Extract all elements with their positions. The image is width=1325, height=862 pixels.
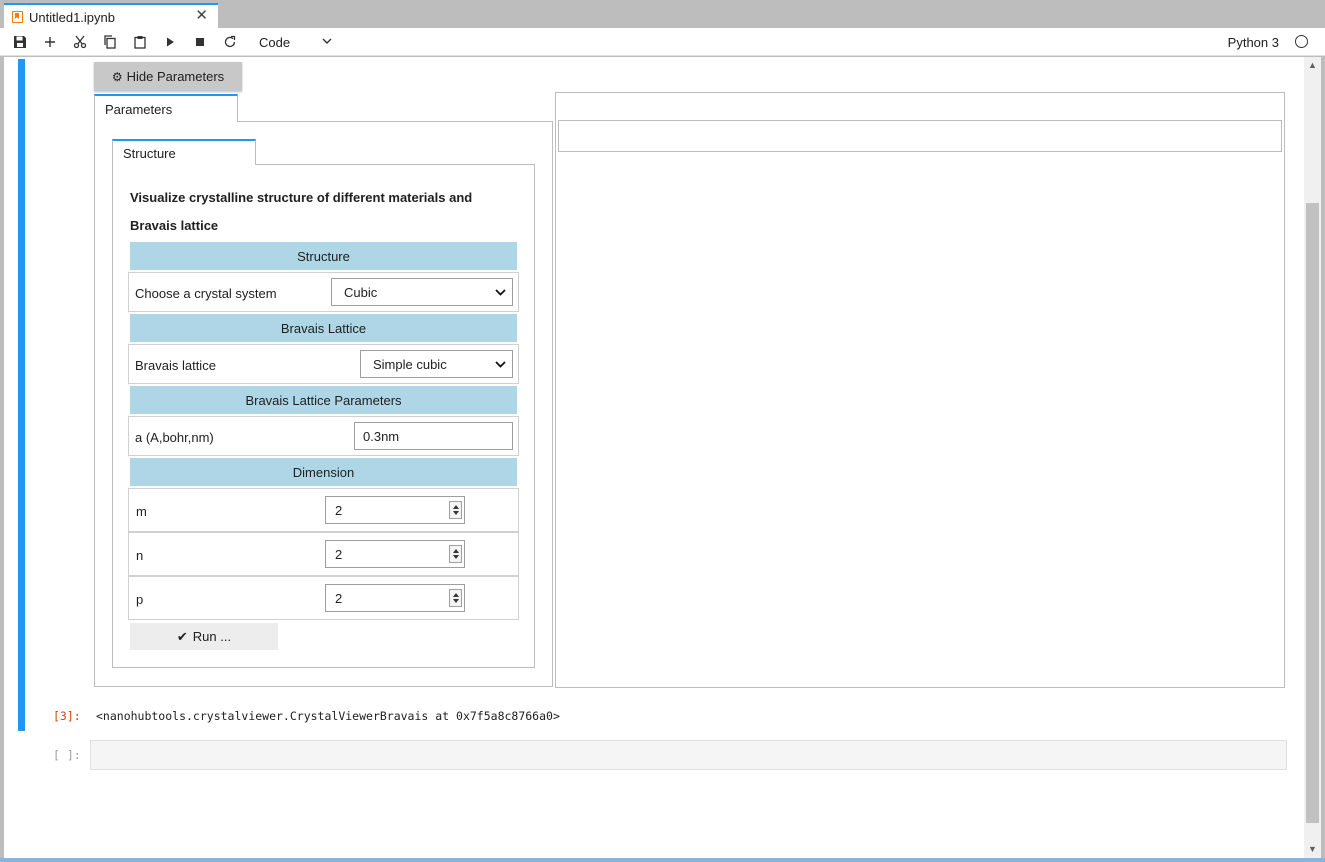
kernel-status-icon [1295, 35, 1308, 48]
tool-description: Visualize crystalline structure of diffe… [130, 184, 510, 240]
hide-parameters-button[interactable]: ⚙ Hide Parameters [94, 62, 242, 91]
bravais-lattice-value: Simple cubic [373, 357, 447, 372]
input-prompt: [ ]: [53, 748, 81, 762]
spinner-arrows-icon[interactable] [449, 501, 462, 519]
spinner-arrows-icon[interactable] [449, 589, 462, 607]
notebook-area: ⚙ Hide Parameters Parameters Structure V… [4, 57, 1321, 858]
copy-icon[interactable] [99, 32, 121, 52]
spinner-arrows-icon[interactable] [449, 545, 462, 563]
tab-notebook[interactable]: Untitled1.ipynb ✕ [4, 3, 218, 29]
dimension-m-label: m [136, 504, 147, 519]
restart-icon[interactable] [219, 32, 241, 52]
description-line: Visualize crystalline structure of diffe… [130, 190, 473, 205]
cut-icon[interactable] [69, 32, 91, 52]
cell-type-select[interactable]: Code [253, 32, 337, 52]
dimension-m-input[interactable]: 2 [325, 496, 465, 524]
dimension-n-input[interactable]: 2 [325, 540, 465, 568]
tab-parameters[interactable]: Parameters [94, 94, 238, 122]
chevron-down-icon [495, 361, 506, 368]
lattice-a-input[interactable]: 0.3nm [354, 422, 513, 450]
chevron-down-icon [322, 38, 332, 44]
chevron-down-icon [495, 289, 506, 296]
vertical-scrollbar[interactable]: ▲ ▼ [1304, 57, 1321, 858]
run-icon[interactable] [159, 32, 181, 52]
lattice-a-row: a (A,bohr,nm) 0.3nm [128, 416, 519, 456]
active-cell-marker[interactable] [18, 59, 25, 731]
tab-structure[interactable]: Structure [112, 139, 256, 165]
scroll-up-icon[interactable]: ▲ [1308, 60, 1317, 70]
description-line: Bravais lattice [130, 218, 219, 233]
bravais-lattice-select[interactable]: Simple cubic [360, 350, 513, 378]
tab-bar: Untitled1.ipynb ✕ [0, 0, 1325, 29]
bravais-lattice-label: Bravais lattice [135, 358, 216, 373]
dimension-p-value: 2 [335, 591, 343, 606]
scroll-down-icon[interactable]: ▼ [1308, 844, 1317, 854]
empty-code-cell[interactable] [90, 740, 1287, 770]
check-icon: ✔ [176, 628, 188, 644]
dimension-p-row: p 2 [128, 576, 519, 620]
section-header-lattice-params: Bravais Lattice Parameters [130, 386, 517, 414]
visualization-header-box [558, 120, 1282, 152]
crystal-system-select[interactable]: Cubic [331, 278, 513, 306]
plus-icon[interactable] [39, 32, 61, 52]
dimension-m-row: m 2 [128, 488, 519, 532]
dimension-n-label: n [136, 548, 144, 563]
crystal-system-value: Cubic [344, 285, 378, 300]
tab-title: Untitled1.ipynb [29, 9, 115, 25]
section-header-structure: Structure [130, 242, 517, 270]
lattice-a-label: a (A,bohr,nm) [135, 430, 214, 445]
close-icon[interactable]: ✕ [195, 8, 208, 23]
run-button[interactable]: ✔ Run ... [130, 623, 278, 650]
save-icon[interactable] [9, 32, 31, 52]
stop-icon[interactable] [189, 32, 211, 52]
gear-icon: ⚙ [111, 69, 123, 84]
cell-type-value: Code [259, 34, 291, 50]
output-text: <nanohubtools.crystalviewer.CrystalViewe… [96, 709, 560, 723]
crystal-system-label: Choose a crystal system [135, 286, 277, 301]
window-bottom-edge [0, 858, 1325, 862]
section-header-bravais: Bravais Lattice [130, 314, 517, 342]
scrollbar-thumb[interactable] [1306, 203, 1319, 823]
dimension-n-value: 2 [335, 547, 343, 562]
output-prompt: [3]: [53, 709, 81, 723]
dimension-p-input[interactable]: 2 [325, 584, 465, 612]
notebook-toolbar: Code Python 3 [0, 28, 1325, 56]
dimension-p-label: p [136, 592, 144, 607]
kernel-name[interactable]: Python 3 [1228, 35, 1279, 50]
run-label: Run ... [192, 629, 232, 644]
paste-icon[interactable] [129, 32, 151, 52]
bravais-lattice-row: Bravais lattice Simple cubic [128, 344, 519, 384]
dimension-n-row: n 2 [128, 532, 519, 576]
hide-parameters-label: Hide Parameters [126, 69, 225, 84]
section-header-dimension: Dimension [130, 458, 517, 486]
dimension-m-value: 2 [335, 503, 343, 518]
visualization-panel [555, 92, 1285, 688]
notebook-icon [12, 11, 23, 23]
crystal-system-row: Choose a crystal system Cubic [128, 272, 519, 312]
